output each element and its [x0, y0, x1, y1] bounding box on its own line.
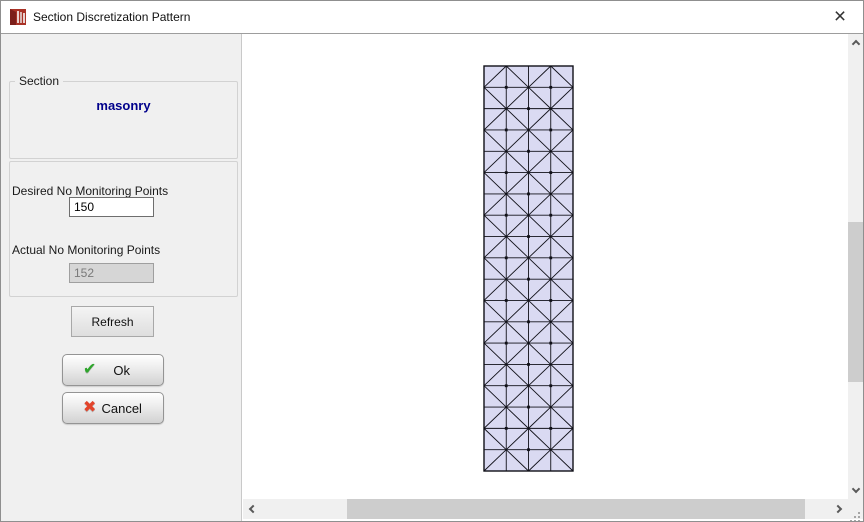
section-group-label: Section: [15, 74, 63, 88]
window-title: Section Discretization Pattern: [33, 10, 190, 24]
app-icon: [10, 9, 26, 25]
discretization-canvas: [243, 34, 848, 499]
desired-points-input[interactable]: [69, 197, 154, 217]
vertical-scrollbar[interactable]: [848, 34, 864, 499]
section-groupbox: Section masonry: [9, 81, 238, 159]
title-bar: Section Discretization Pattern ×: [1, 1, 863, 33]
refresh-button[interactable]: Refresh: [71, 306, 154, 337]
scrollbar-corner: [848, 499, 864, 519]
scroll-left-button[interactable]: [243, 499, 260, 519]
actual-points-input: [69, 263, 154, 283]
cancel-button[interactable]: ✖ Cancel: [62, 392, 164, 424]
resize-grip-icon[interactable]: [858, 512, 860, 514]
check-icon: ✔: [83, 362, 96, 378]
desired-points-label: Desired No Monitoring Points: [12, 184, 168, 198]
scroll-right-button[interactable]: [831, 499, 848, 519]
dialog-window: Section Discretization Pattern × Section…: [0, 0, 864, 522]
ok-button-label: Ok: [96, 363, 147, 378]
chevron-down-icon: [852, 485, 860, 493]
horizontal-scroll-thumb[interactable]: [347, 499, 805, 519]
vertical-scroll-thumb[interactable]: [848, 222, 864, 382]
scroll-up-button[interactable]: [848, 34, 864, 51]
cancel-button-label: Cancel: [96, 401, 147, 416]
section-mesh: [483, 65, 574, 472]
cross-icon: ✖: [83, 400, 96, 416]
chevron-right-icon: [834, 505, 842, 513]
close-button[interactable]: ×: [820, 1, 860, 32]
scroll-down-button[interactable]: [848, 482, 864, 499]
control-panel: Section masonry Desired No Monitoring Po…: [1, 34, 242, 522]
ok-button[interactable]: ✔ Ok: [62, 354, 164, 386]
horizontal-scrollbar[interactable]: [243, 499, 848, 519]
chevron-up-icon: [852, 40, 860, 48]
section-name-value: masonry: [10, 98, 237, 113]
actual-points-label: Actual No Monitoring Points: [12, 243, 160, 257]
chevron-left-icon: [249, 505, 257, 513]
